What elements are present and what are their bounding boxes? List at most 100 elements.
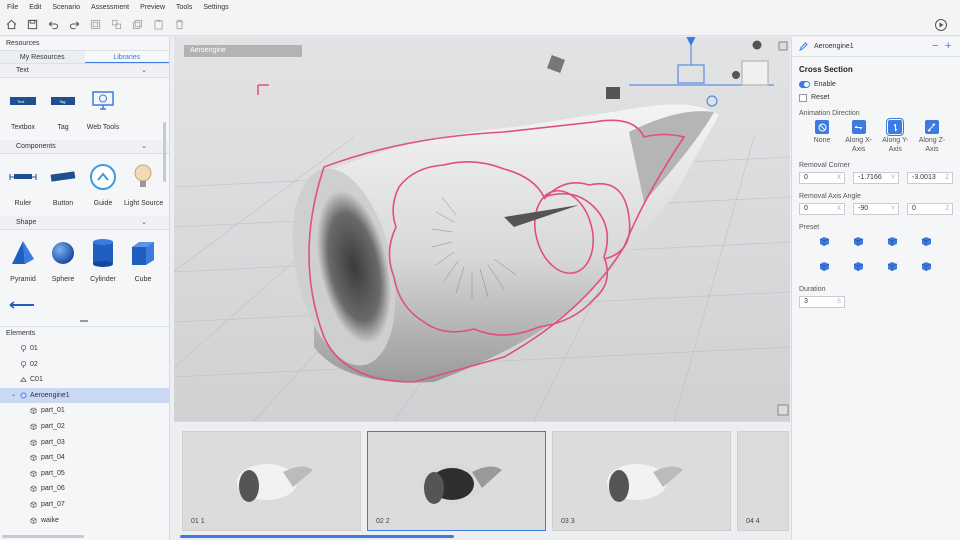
menu-preview[interactable]: Preview bbox=[140, 4, 165, 11]
lib-tag[interactable]: Tag Tag bbox=[44, 84, 82, 140]
menu-tools[interactable]: Tools bbox=[176, 4, 192, 11]
splitter-handle[interactable] bbox=[80, 320, 88, 322]
axis-angle-x[interactable]: 0X bbox=[799, 203, 845, 215]
duration-unit: S bbox=[836, 299, 841, 305]
filmstrip-frame-active[interactable]: 02 2 bbox=[367, 431, 546, 531]
lib-cube[interactable]: Cube bbox=[124, 236, 162, 292]
menu-file[interactable]: File bbox=[7, 4, 18, 11]
home-icon[interactable] bbox=[4, 18, 18, 32]
tree-item-part-05[interactable]: part_05 bbox=[0, 466, 169, 482]
lib-pyramid[interactable]: Pyramid bbox=[4, 236, 42, 292]
menu-edit[interactable]: Edit bbox=[29, 4, 41, 11]
lib-textbox[interactable]: Text Textbox bbox=[4, 84, 42, 140]
axis-z-label: Z bbox=[945, 175, 949, 181]
tree-item-part-07[interactable]: part_07 bbox=[0, 497, 169, 513]
tree-item-01[interactable]: 01 bbox=[0, 341, 169, 357]
delete-icon[interactable] bbox=[172, 18, 186, 32]
lib-button[interactable]: Button bbox=[44, 160, 82, 216]
redo-icon[interactable] bbox=[67, 18, 81, 32]
lib-light-source[interactable]: Light Source bbox=[124, 160, 164, 216]
direction-y-selected[interactable]: Along Y-Axis bbox=[878, 118, 912, 154]
tree-item-c01[interactable]: C01 bbox=[0, 372, 169, 388]
removal-corner-x[interactable]: 0X bbox=[799, 172, 845, 184]
tree-item-part-01[interactable]: part_01 bbox=[0, 403, 169, 419]
button-icon bbox=[46, 160, 80, 194]
direction-none-label: None bbox=[813, 137, 831, 144]
lib-web-tools[interactable]: Web Tools bbox=[84, 84, 122, 140]
lib-sphere[interactable]: Sphere bbox=[44, 236, 82, 292]
minus-icon[interactable]: − bbox=[932, 40, 938, 52]
chevron-down-icon[interactable]: ⌄ bbox=[11, 388, 16, 404]
tree-item-waike[interactable]: waike bbox=[0, 513, 169, 529]
lib-cylinder[interactable]: Cylinder bbox=[84, 236, 122, 292]
preset-cube-icon[interactable] bbox=[887, 236, 898, 247]
tree-item-02[interactable]: 02 bbox=[0, 357, 169, 373]
preset-cube-icon[interactable] bbox=[921, 261, 932, 272]
chevron-down-icon[interactable]: ⌄ bbox=[141, 140, 147, 154]
elements-scrollbar[interactable] bbox=[2, 535, 84, 538]
arrow-shape-icon[interactable] bbox=[8, 301, 36, 311]
tree-item-part-04[interactable]: part_04 bbox=[0, 450, 169, 466]
section-components-header[interactable]: Components ⌄ bbox=[0, 140, 169, 154]
engine-thumbnail bbox=[607, 464, 683, 502]
removal-corner-z[interactable]: -3.0013 Z bbox=[907, 172, 953, 184]
save-icon[interactable] bbox=[25, 18, 39, 32]
filmstrip-frame[interactable]: 01 1 bbox=[182, 431, 361, 531]
enable-toggle-row[interactable]: Enable bbox=[799, 78, 953, 91]
lib-guide[interactable]: Guide bbox=[84, 160, 122, 216]
preset-cube-icon[interactable] bbox=[853, 236, 864, 247]
chevron-down-icon[interactable]: ⌄ bbox=[141, 64, 147, 78]
engine-section-thumbnail bbox=[420, 464, 502, 504]
direction-x-label: Along X-Axis bbox=[845, 137, 873, 153]
axis-angle-z[interactable]: 0Z bbox=[907, 203, 953, 215]
preset-cube-icon[interactable] bbox=[819, 261, 830, 272]
preset-cube-icon[interactable] bbox=[819, 236, 830, 247]
play-icon[interactable] bbox=[934, 18, 948, 32]
section-text-header[interactable]: Text ⌄ bbox=[0, 64, 169, 78]
group-icon[interactable] bbox=[88, 18, 102, 32]
edit-icon[interactable] bbox=[799, 42, 808, 51]
section-shape-header[interactable]: Shape ⌄ bbox=[0, 216, 169, 230]
enable-toggle[interactable] bbox=[799, 81, 810, 88]
reset-checkbox-row[interactable]: Reset bbox=[799, 91, 953, 104]
removal-corner-fields: 0X -1.7166 Y -3.0013 Z bbox=[799, 172, 953, 184]
plus-icon[interactable]: + bbox=[945, 40, 951, 52]
tree-item-part-03[interactable]: part_03 bbox=[0, 435, 169, 451]
filmstrip-frame[interactable]: 03 3 bbox=[552, 431, 731, 531]
copy-icon[interactable] bbox=[130, 18, 144, 32]
preset-cube-icon[interactable] bbox=[887, 261, 898, 272]
object-name: Aeroengine1 bbox=[814, 43, 854, 50]
tab-my-resources[interactable]: My Resources bbox=[0, 51, 85, 63]
lib-ruler[interactable]: Ruler bbox=[4, 160, 42, 216]
axis-angle-y[interactable]: -90 Y bbox=[853, 203, 899, 215]
tree-item-part-06[interactable]: part_06 bbox=[0, 481, 169, 497]
3d-viewport[interactable]: Aeroengine bbox=[174, 37, 790, 421]
resources-scrollbar[interactable] bbox=[163, 122, 166, 182]
filmstrip-frame[interactable]: 04 4 bbox=[737, 431, 789, 531]
menu-settings[interactable]: Settings bbox=[203, 4, 228, 11]
ungroup-icon[interactable] bbox=[109, 18, 123, 32]
axis-y-label: Y bbox=[890, 206, 895, 212]
duration-input[interactable]: 3S bbox=[799, 296, 845, 308]
reset-checkbox[interactable] bbox=[799, 93, 807, 102]
removal-corner-y[interactable]: -1.7166 Y bbox=[853, 172, 899, 184]
preset-cube-icon[interactable] bbox=[921, 236, 932, 247]
direction-z[interactable]: Along Z-Axis bbox=[915, 120, 949, 154]
menu-scenario[interactable]: Scenario bbox=[52, 4, 80, 11]
undo-icon[interactable] bbox=[46, 18, 60, 32]
menu-assessment[interactable]: Assessment bbox=[91, 4, 129, 11]
chevron-down-icon[interactable]: ⌄ bbox=[141, 216, 147, 230]
lib-light-source-label: Light Source bbox=[124, 200, 164, 207]
tree-item-aeroengine1[interactable]: ⌄ Aeroengine1 bbox=[0, 387, 169, 404]
direction-x[interactable]: Along X-Axis bbox=[842, 120, 876, 154]
paste-icon[interactable] bbox=[151, 18, 165, 32]
none-icon bbox=[815, 120, 829, 134]
camera-icon bbox=[20, 377, 27, 382]
axis-angle-y-value: -90 bbox=[858, 205, 869, 212]
tree-item-label: part_06 bbox=[41, 485, 65, 493]
direction-none[interactable]: None bbox=[805, 120, 839, 154]
tree-item-part-02[interactable]: part_02 bbox=[0, 419, 169, 435]
filmstrip-scrollbar[interactable] bbox=[180, 535, 454, 538]
preset-cube-icon[interactable] bbox=[853, 261, 864, 272]
tab-libraries[interactable]: Libraries bbox=[84, 51, 169, 63]
